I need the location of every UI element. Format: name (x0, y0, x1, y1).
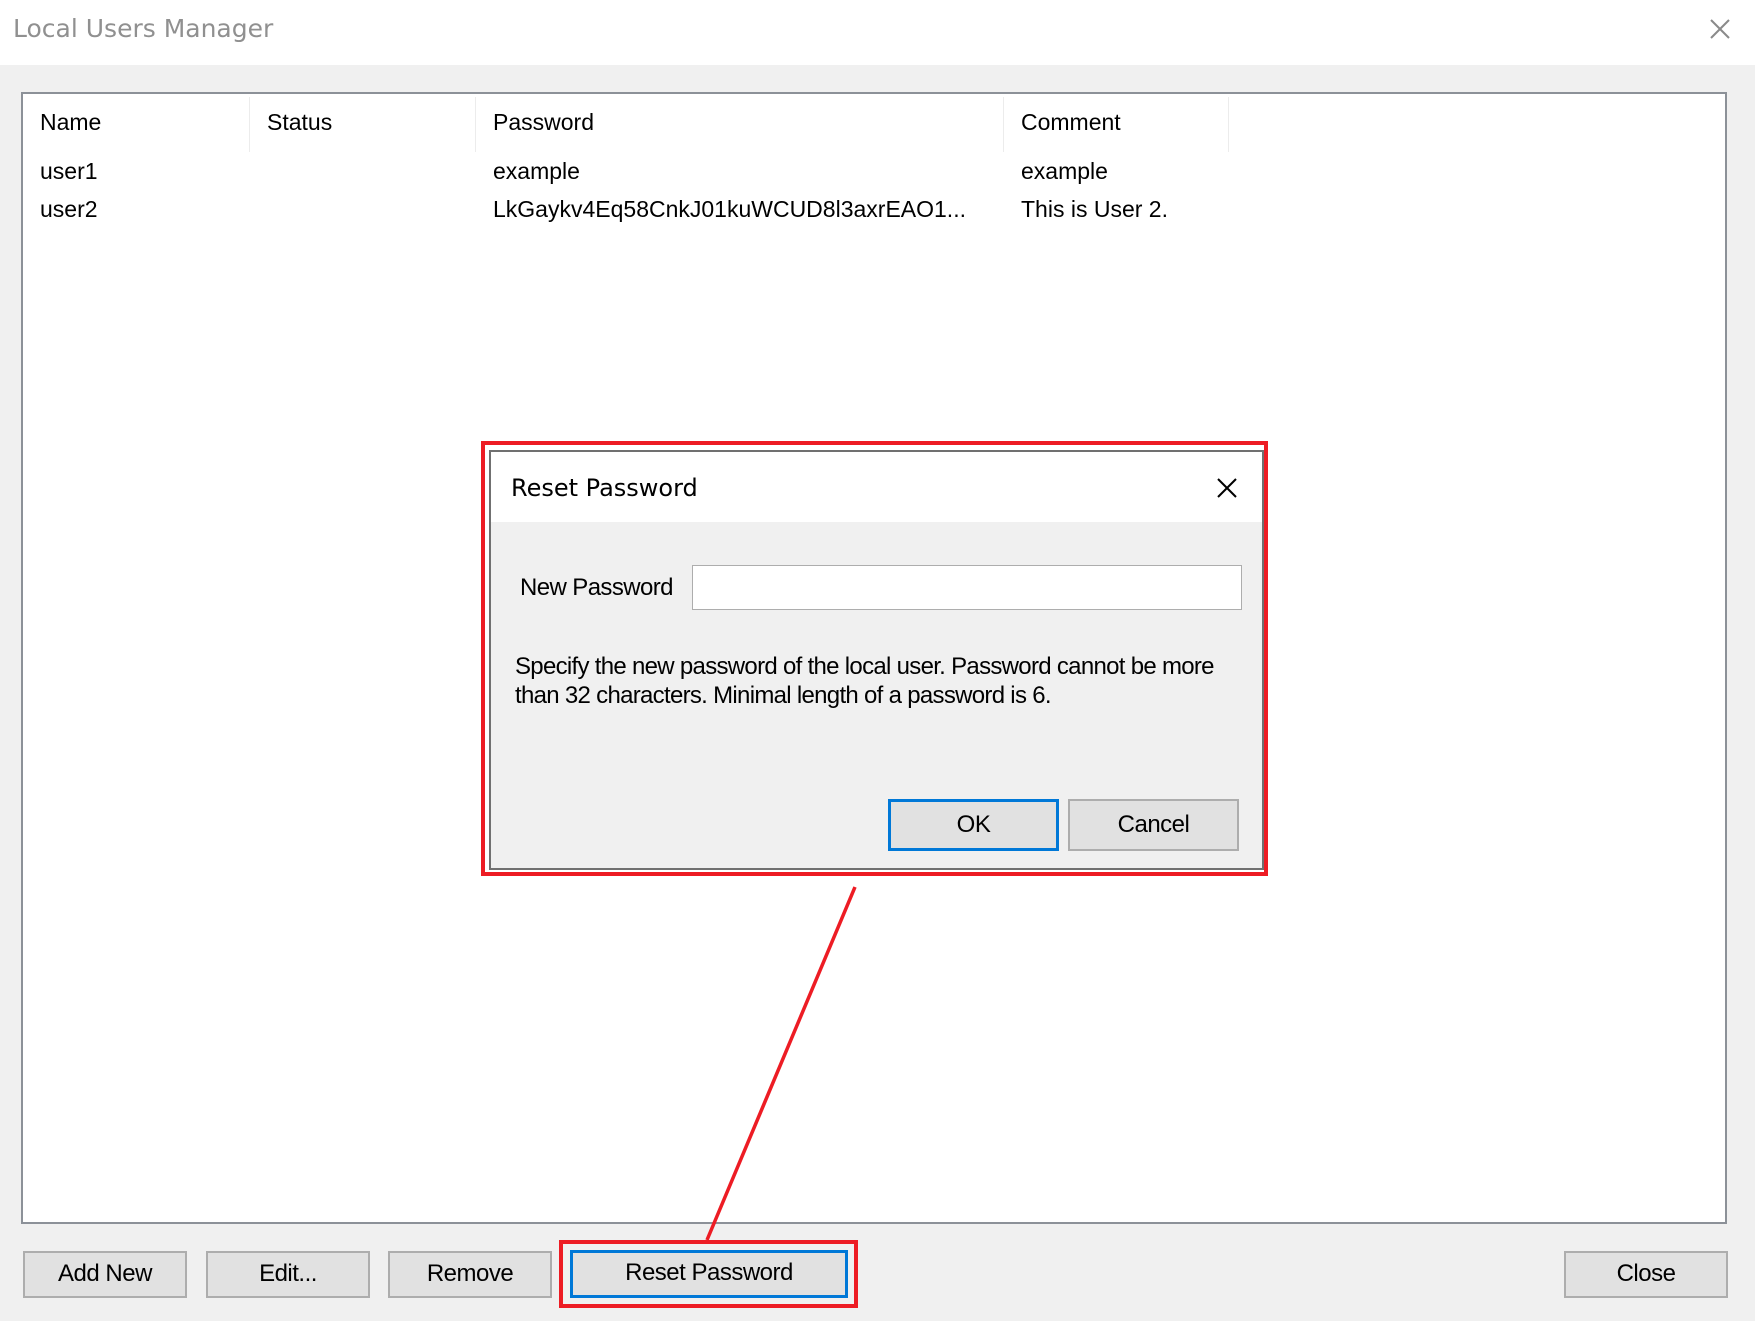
cell-name: user1 (40, 158, 98, 184)
reset-password-dialog: Reset Password New Password Specify the … (489, 450, 1264, 870)
table-row[interactable]: user1 example example (23, 152, 1725, 190)
dialog-title: Reset Password (511, 474, 698, 502)
close-icon[interactable] (1216, 477, 1238, 499)
cell-comment: example (1021, 158, 1108, 184)
window-title: Local Users Manager (13, 14, 274, 43)
add-new-button[interactable]: Add New (23, 1251, 187, 1298)
cancel-button[interactable]: Cancel (1068, 799, 1239, 851)
column-header-status[interactable]: Status (250, 97, 476, 152)
close-icon[interactable] (1706, 15, 1734, 43)
ok-button[interactable]: OK (888, 799, 1059, 851)
cell-password: LkGaykv4Eq58CnkJ01kuWCUD8l3axrEAO1... (493, 196, 966, 222)
cell-name: user2 (40, 196, 98, 222)
column-header-password[interactable]: Password (476, 97, 1004, 152)
cell-comment: This is User 2. (1021, 196, 1168, 222)
reset-password-button[interactable]: Reset Password (570, 1250, 848, 1298)
remove-button[interactable]: Remove (388, 1251, 552, 1298)
edit-button[interactable]: Edit... (206, 1251, 370, 1298)
dialog-titlebar: Reset Password (491, 452, 1262, 522)
table-row[interactable]: user2 LkGaykv4Eq58CnkJ01kuWCUD8l3axrEAO1… (23, 190, 1725, 228)
new-password-input[interactable] (692, 565, 1242, 610)
column-header-comment[interactable]: Comment (1004, 97, 1229, 152)
column-header-name[interactable]: Name (23, 97, 250, 152)
list-header: Name Status Password Comment (23, 97, 1725, 152)
close-button[interactable]: Close (1564, 1251, 1728, 1298)
cell-password: example (493, 158, 580, 184)
new-password-label: New Password (520, 574, 673, 601)
password-help-text: Specify the new password of the local us… (515, 653, 1215, 709)
window-titlebar: Local Users Manager (0, 0, 1755, 65)
